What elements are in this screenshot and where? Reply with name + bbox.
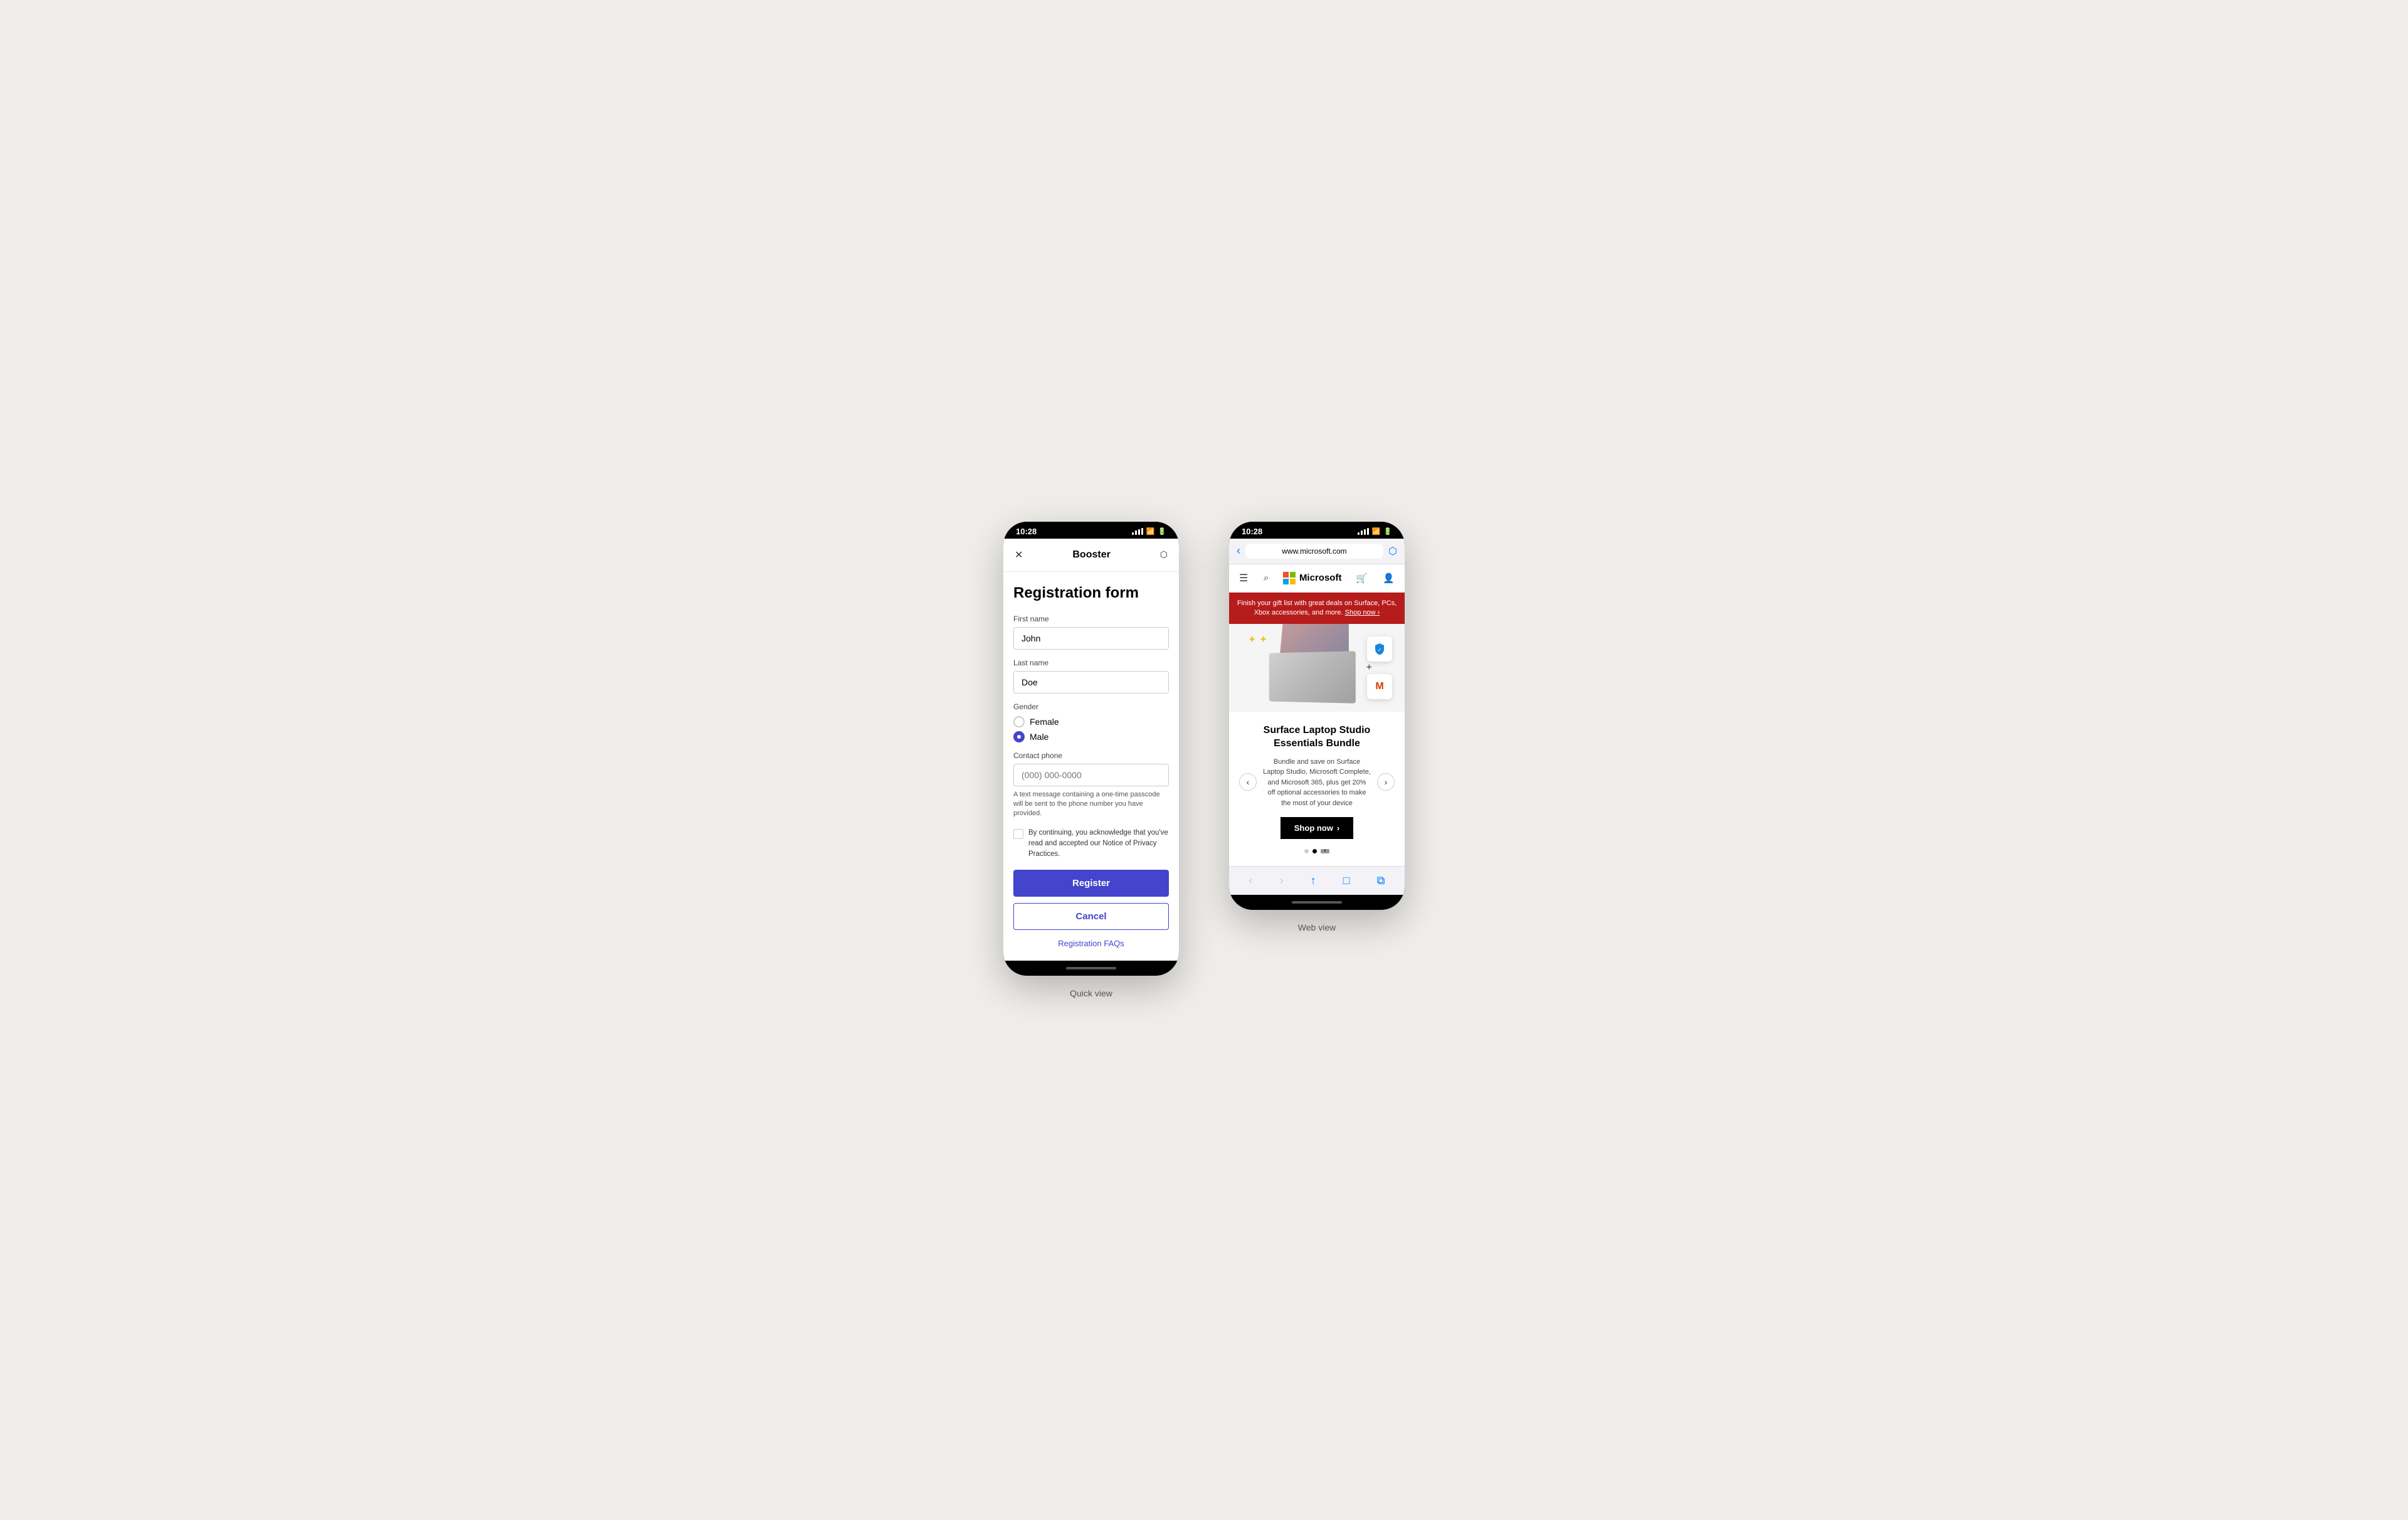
home-indicator-2 bbox=[1229, 895, 1405, 910]
home-indicator-1 bbox=[1003, 961, 1179, 976]
shop-now-label: Shop now bbox=[1294, 823, 1333, 833]
register-button[interactable]: Register bbox=[1013, 870, 1169, 897]
privacy-checkbox-row[interactable]: By continuing, you acknowledge that you'… bbox=[1013, 828, 1169, 860]
home-bar-2 bbox=[1292, 901, 1342, 904]
time-2: 10:28 bbox=[1242, 527, 1262, 536]
radio-circle-female bbox=[1013, 716, 1025, 727]
wifi-icon-1: 📶 bbox=[1146, 527, 1155, 536]
carousel-prev-button[interactable]: ‹ bbox=[1239, 773, 1257, 791]
privacy-checkbox[interactable] bbox=[1013, 829, 1023, 839]
ms-brand: Microsoft bbox=[1283, 572, 1342, 584]
ms-logo-grid bbox=[1283, 572, 1296, 584]
phone-hint: A text message containing a one-time pas… bbox=[1013, 790, 1169, 819]
phone1-label: Quick view bbox=[1070, 988, 1112, 998]
sparkles-decoration: ✦ ✦ bbox=[1248, 633, 1267, 646]
carousel-dot-1[interactable] bbox=[1304, 849, 1309, 853]
battery-icon-2: 🔋 bbox=[1383, 527, 1392, 536]
gender-label: Gender bbox=[1013, 702, 1169, 711]
status-bar-2: 10:28 📶 🔋 bbox=[1229, 522, 1405, 539]
phone1-screen: ✕ Booster ⬡ Registration form First name… bbox=[1003, 539, 1179, 961]
last-name-input[interactable] bbox=[1013, 671, 1169, 694]
laptop-illustration bbox=[1267, 633, 1367, 702]
toolbar-share-button[interactable]: ↑ bbox=[1308, 872, 1319, 890]
app-header: ✕ Booster ⬡ bbox=[1003, 539, 1179, 572]
phones-container: 10:28 📶 🔋 ✕ Booster bbox=[1003, 522, 1405, 999]
carousel-content: Surface Laptop Studio Essentials Bundle … bbox=[1257, 724, 1377, 839]
status-icons-1: 📶 🔋 bbox=[1132, 527, 1166, 536]
status-bar-1: 10:28 📶 🔋 bbox=[1003, 522, 1179, 539]
ms-search-button[interactable]: ⌕ bbox=[1262, 571, 1270, 584]
privacy-text: By continuing, you acknowledge that you'… bbox=[1028, 828, 1169, 860]
ms-cart-button[interactable]: 🛒 bbox=[1354, 571, 1369, 585]
carousel-next-button[interactable]: › bbox=[1377, 773, 1395, 791]
carousel-description: Bundle and save on Surface Laptop Studio… bbox=[1263, 757, 1371, 809]
radio-label-male: Male bbox=[1030, 732, 1048, 742]
gender-group: Gender Female Male bbox=[1013, 702, 1169, 742]
contact-phone-group: Contact phone A text message containing … bbox=[1013, 751, 1169, 819]
app-title: Booster bbox=[1072, 549, 1110, 561]
home-bar-1 bbox=[1066, 967, 1116, 969]
shop-now-arrow: › bbox=[1337, 823, 1339, 833]
last-name-group: Last name bbox=[1013, 658, 1169, 694]
phone2-label: Web view bbox=[1298, 922, 1336, 932]
first-name-label: First name bbox=[1013, 615, 1169, 623]
browser-toolbar: ‹ › ↑ □ ⧉ bbox=[1229, 866, 1405, 895]
ms-menu-button[interactable]: ☰ bbox=[1238, 571, 1249, 586]
url-bar[interactable]: www.microsoft.com bbox=[1245, 544, 1383, 559]
carousel-dots: ⏸ bbox=[1239, 849, 1395, 853]
radio-male[interactable]: Male bbox=[1013, 731, 1169, 742]
product-badge-shield: ✓ bbox=[1367, 636, 1392, 662]
carousel-dot-2[interactable] bbox=[1312, 849, 1317, 853]
last-name-label: Last name bbox=[1013, 658, 1169, 667]
toolbar-bookmark-button[interactable]: □ bbox=[1341, 872, 1353, 890]
radio-circle-male bbox=[1013, 731, 1025, 742]
svg-text:✓: ✓ bbox=[1378, 647, 1382, 653]
radio-label-female: Female bbox=[1030, 717, 1059, 727]
carousel-title: Surface Laptop Studio Essentials Bundle bbox=[1263, 724, 1371, 751]
browser-back-button[interactable]: ‹ bbox=[1237, 544, 1240, 557]
browser-bar: ‹ www.microsoft.com ⬡ bbox=[1229, 539, 1405, 564]
toolbar-forward-button[interactable]: › bbox=[1277, 872, 1286, 890]
toolbar-back-button[interactable]: ‹ bbox=[1247, 872, 1255, 890]
battery-icon-1: 🔋 bbox=[1158, 527, 1166, 536]
product-badge-office: M bbox=[1367, 674, 1392, 699]
status-icons-2: 📶 🔋 bbox=[1358, 527, 1392, 536]
cancel-button[interactable]: Cancel bbox=[1013, 903, 1169, 930]
shop-now-button[interactable]: Shop now › bbox=[1281, 817, 1353, 839]
wifi-icon-2: 📶 bbox=[1372, 527, 1381, 536]
signal-bars-1 bbox=[1132, 527, 1143, 535]
ms-user-button[interactable]: 👤 bbox=[1381, 571, 1396, 585]
first-name-group: First name bbox=[1013, 615, 1169, 650]
carousel-area: ‹ Surface Laptop Studio Essentials Bundl… bbox=[1229, 712, 1405, 866]
form-content: Registration form First name Last name G… bbox=[1003, 572, 1179, 961]
plus-icon: + bbox=[1366, 662, 1372, 673]
phone2: 10:28 📶 🔋 ‹ www.microsoft.com ⬡ bbox=[1229, 522, 1405, 910]
toolbar-tabs-button[interactable]: ⧉ bbox=[1375, 872, 1388, 890]
phone1-wrapper: 10:28 📶 🔋 ✕ Booster bbox=[1003, 522, 1179, 999]
time-1: 10:28 bbox=[1016, 527, 1037, 536]
faq-link[interactable]: Registration FAQs bbox=[1013, 939, 1169, 948]
contact-phone-input[interactable] bbox=[1013, 764, 1169, 786]
phone1: 10:28 📶 🔋 ✕ Booster bbox=[1003, 522, 1179, 976]
share-button[interactable]: ⬡ bbox=[1159, 548, 1169, 561]
promo-link[interactable]: Shop now › bbox=[1345, 609, 1380, 616]
promo-banner: Finish your gift list with great deals o… bbox=[1229, 593, 1405, 625]
form-title: Registration form bbox=[1013, 584, 1169, 602]
signal-bars-2 bbox=[1358, 527, 1369, 535]
ms-wordmark: Microsoft bbox=[1299, 573, 1342, 583]
product-image-area: ✦ ✦ ✓ + bbox=[1229, 624, 1405, 712]
office-icon: M bbox=[1375, 681, 1383, 692]
laptop-body bbox=[1269, 652, 1356, 704]
phone2-wrapper: 10:28 📶 🔋 ‹ www.microsoft.com ⬡ bbox=[1229, 522, 1405, 933]
browser-share-button[interactable]: ⬡ bbox=[1388, 545, 1397, 557]
first-name-input[interactable] bbox=[1013, 627, 1169, 650]
close-button[interactable]: ✕ bbox=[1013, 547, 1024, 562]
ms-nav: ☰ ⌕ Microsoft 🛒 👤 bbox=[1229, 564, 1405, 593]
radio-female[interactable]: Female bbox=[1013, 716, 1169, 727]
carousel-row: ‹ Surface Laptop Studio Essentials Bundl… bbox=[1239, 724, 1395, 839]
carousel-pause-button[interactable]: ⏸ bbox=[1321, 849, 1329, 853]
contact-phone-label: Contact phone bbox=[1013, 751, 1169, 760]
